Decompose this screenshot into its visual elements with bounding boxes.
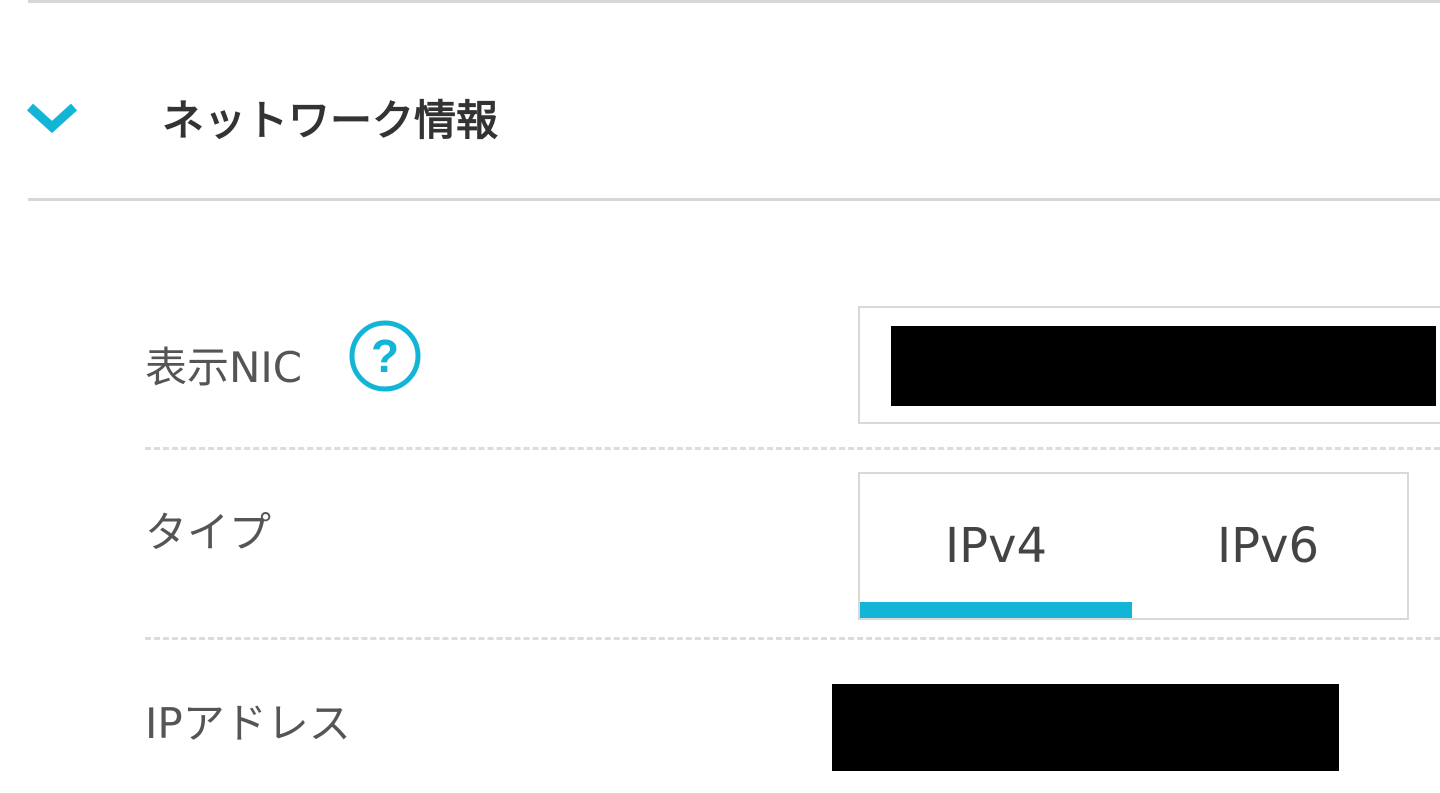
ip-address-label: IPアドレス [145,699,351,748]
nic-value-redacted [891,326,1436,406]
nic-label: 表示NIC [145,343,303,392]
tab-ipv6[interactable]: IPv6 [1132,474,1404,618]
svg-text:?: ? [371,330,399,382]
active-tab-indicator [860,602,1132,618]
row-divider [145,637,1440,640]
type-label: タイプ [145,508,272,557]
chevron-down-icon[interactable] [24,91,80,141]
help-icon[interactable]: ? [347,318,423,394]
section-header-network-info[interactable]: ネットワーク情報 [0,3,1440,199]
ip-address-value-redacted [832,684,1339,771]
nic-select[interactable] [858,306,1440,424]
section-title: ネットワーク情報 [162,96,499,145]
network-info-panel: ネットワーク情報 表示NIC ? タイプ IPv4 IPv6 IPアドレス [0,0,1440,793]
row-divider [145,447,1440,450]
tab-ipv6-label: IPv6 [1216,518,1320,574]
tab-ipv4-label: IPv4 [944,518,1048,574]
tab-ipv4[interactable]: IPv4 [860,474,1132,618]
ip-type-tabs: IPv4 IPv6 [858,472,1409,620]
header-divider [28,198,1440,201]
